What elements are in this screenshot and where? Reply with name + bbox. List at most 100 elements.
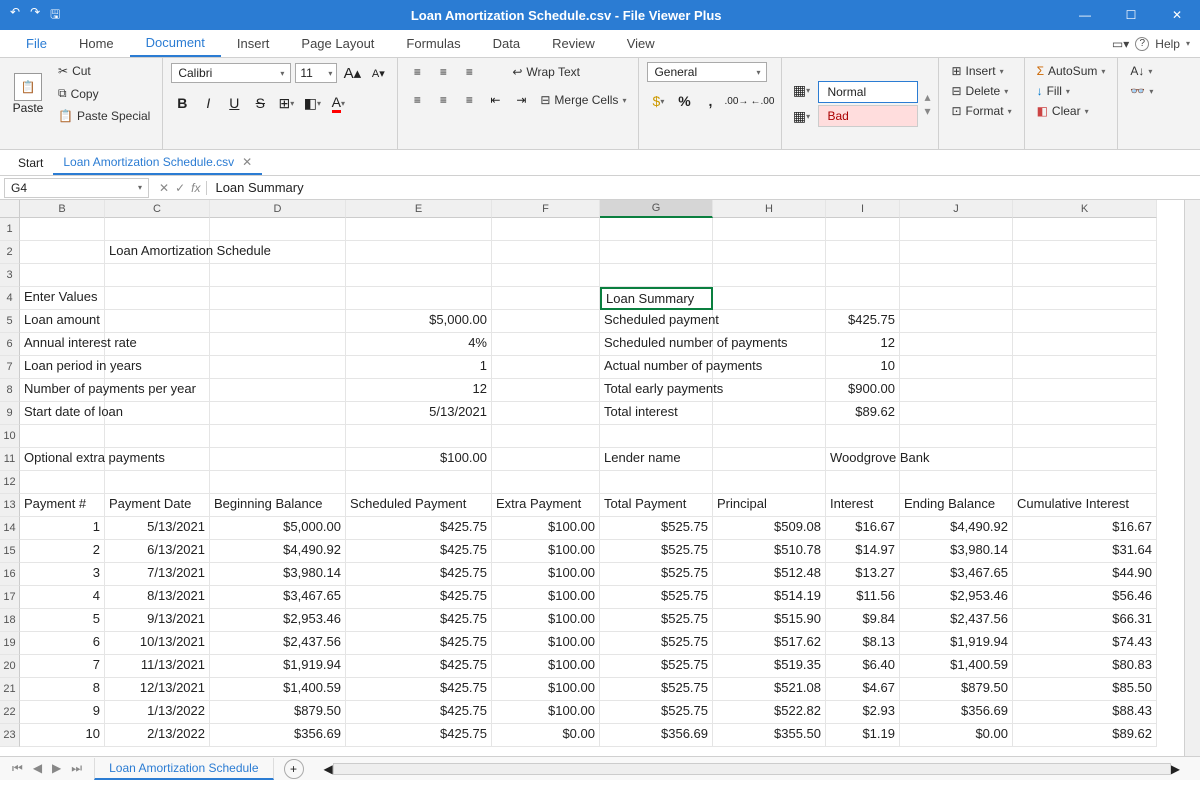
- decrease-font-icon[interactable]: A▾: [367, 62, 389, 84]
- cell[interactable]: $100.00: [492, 563, 600, 586]
- menu-data[interactable]: Data: [477, 31, 536, 56]
- cell[interactable]: $514.19: [713, 586, 826, 609]
- cell[interactable]: 5/13/2021: [105, 517, 210, 540]
- cell[interactable]: [210, 310, 346, 333]
- cell[interactable]: [1013, 471, 1157, 494]
- cell[interactable]: [105, 402, 210, 425]
- cell[interactable]: [20, 264, 105, 287]
- cell[interactable]: [210, 448, 346, 471]
- cell[interactable]: $525.75: [600, 701, 713, 724]
- sort-filter-button[interactable]: A↓▾: [1126, 62, 1157, 80]
- cell[interactable]: [346, 471, 492, 494]
- cell[interactable]: Optional extra payments: [20, 448, 105, 471]
- align-center-icon[interactable]: ≡: [432, 90, 454, 110]
- cell-reference-box[interactable]: G4▾: [4, 178, 149, 198]
- cell[interactable]: [713, 241, 826, 264]
- cell[interactable]: $2,437.56: [900, 609, 1013, 632]
- cell[interactable]: Loan Amortization Schedule: [105, 241, 210, 264]
- cell[interactable]: [492, 356, 600, 379]
- cell[interactable]: $56.46: [1013, 586, 1157, 609]
- cell[interactable]: [105, 310, 210, 333]
- cell[interactable]: [900, 310, 1013, 333]
- cell[interactable]: $1,400.59: [900, 655, 1013, 678]
- cell[interactable]: [826, 241, 900, 264]
- cell[interactable]: [492, 471, 600, 494]
- cell[interactable]: $425.75: [346, 586, 492, 609]
- doc-tab-file[interactable]: Loan Amortization Schedule.csv ✕: [53, 151, 262, 175]
- cell[interactable]: [900, 218, 1013, 241]
- cell[interactable]: [105, 448, 210, 471]
- cell[interactable]: Actual number of payments: [600, 356, 713, 379]
- save-icon[interactable]: 🖫: [50, 5, 60, 26]
- cell[interactable]: $521.08: [713, 678, 826, 701]
- formula-input[interactable]: Loan Summary: [207, 178, 1200, 197]
- row-header[interactable]: 11: [0, 448, 20, 471]
- cell[interactable]: [713, 471, 826, 494]
- fx-icon[interactable]: fx: [191, 181, 200, 195]
- cell[interactable]: Woodgrove Bank: [826, 448, 900, 471]
- cell[interactable]: [1013, 379, 1157, 402]
- cell[interactable]: [900, 264, 1013, 287]
- doc-tab-start[interactable]: Start: [8, 152, 53, 174]
- cell[interactable]: $5,000.00: [346, 310, 492, 333]
- cell[interactable]: Principal: [713, 494, 826, 517]
- cell[interactable]: $2,437.56: [210, 632, 346, 655]
- row-header[interactable]: 10: [0, 425, 20, 448]
- cell[interactable]: [105, 333, 210, 356]
- cell[interactable]: [1013, 287, 1157, 310]
- font-size-select[interactable]: 11▾: [295, 63, 337, 83]
- cell[interactable]: [492, 241, 600, 264]
- cell[interactable]: $2.93: [826, 701, 900, 724]
- cell[interactable]: Total Payment: [600, 494, 713, 517]
- cell[interactable]: $16.67: [826, 517, 900, 540]
- row-header[interactable]: 15: [0, 540, 20, 563]
- menu-review[interactable]: Review: [536, 31, 611, 56]
- cell[interactable]: [492, 287, 600, 310]
- cell[interactable]: [900, 402, 1013, 425]
- cell[interactable]: Enter Values: [20, 287, 105, 310]
- cell[interactable]: $14.97: [826, 540, 900, 563]
- cell[interactable]: 6: [20, 632, 105, 655]
- cell[interactable]: 1: [20, 517, 105, 540]
- cell[interactable]: $13.27: [826, 563, 900, 586]
- decrease-indent-icon[interactable]: ⇤: [484, 90, 506, 110]
- row-header[interactable]: 22: [0, 701, 20, 724]
- cell[interactable]: [105, 425, 210, 448]
- percent-button[interactable]: %: [673, 90, 695, 112]
- format-table-button[interactable]: ▦▾: [790, 106, 812, 128]
- cell[interactable]: Cumulative Interest: [1013, 494, 1157, 517]
- conditional-format-button[interactable]: ▦▾: [790, 80, 812, 102]
- cell[interactable]: $515.90: [713, 609, 826, 632]
- font-color-button[interactable]: A▾: [327, 92, 349, 114]
- cell[interactable]: [492, 264, 600, 287]
- style-scroll-up-icon[interactable]: ▴: [924, 90, 930, 104]
- row-header[interactable]: 13: [0, 494, 20, 517]
- cell[interactable]: 2/13/2022: [105, 724, 210, 747]
- underline-button[interactable]: U: [223, 92, 245, 114]
- cell[interactable]: [210, 241, 346, 264]
- cell[interactable]: [105, 471, 210, 494]
- cell[interactable]: Ending Balance: [900, 494, 1013, 517]
- row-header[interactable]: 14: [0, 517, 20, 540]
- paste-special-button[interactable]: 📋Paste Special: [54, 107, 154, 125]
- cell[interactable]: 1: [346, 356, 492, 379]
- cell[interactable]: Start date of loan: [20, 402, 105, 425]
- cell[interactable]: [713, 379, 826, 402]
- cell[interactable]: [600, 471, 713, 494]
- cell[interactable]: Payment Date: [105, 494, 210, 517]
- cell[interactable]: 12/13/2021: [105, 678, 210, 701]
- maximize-button[interactable]: ☐: [1108, 0, 1154, 30]
- cell[interactable]: $100.00: [346, 448, 492, 471]
- cell[interactable]: Loan period in years: [20, 356, 105, 379]
- cell[interactable]: [900, 241, 1013, 264]
- cell[interactable]: $89.62: [826, 402, 900, 425]
- row-header[interactable]: 3: [0, 264, 20, 287]
- column-header-I[interactable]: I: [826, 200, 900, 218]
- cell[interactable]: [105, 264, 210, 287]
- cell[interactable]: $522.82: [713, 701, 826, 724]
- row-header[interactable]: 6: [0, 333, 20, 356]
- cell[interactable]: $85.50: [1013, 678, 1157, 701]
- bold-button[interactable]: B: [171, 92, 193, 114]
- cell[interactable]: 10/13/2021: [105, 632, 210, 655]
- cell[interactable]: [105, 287, 210, 310]
